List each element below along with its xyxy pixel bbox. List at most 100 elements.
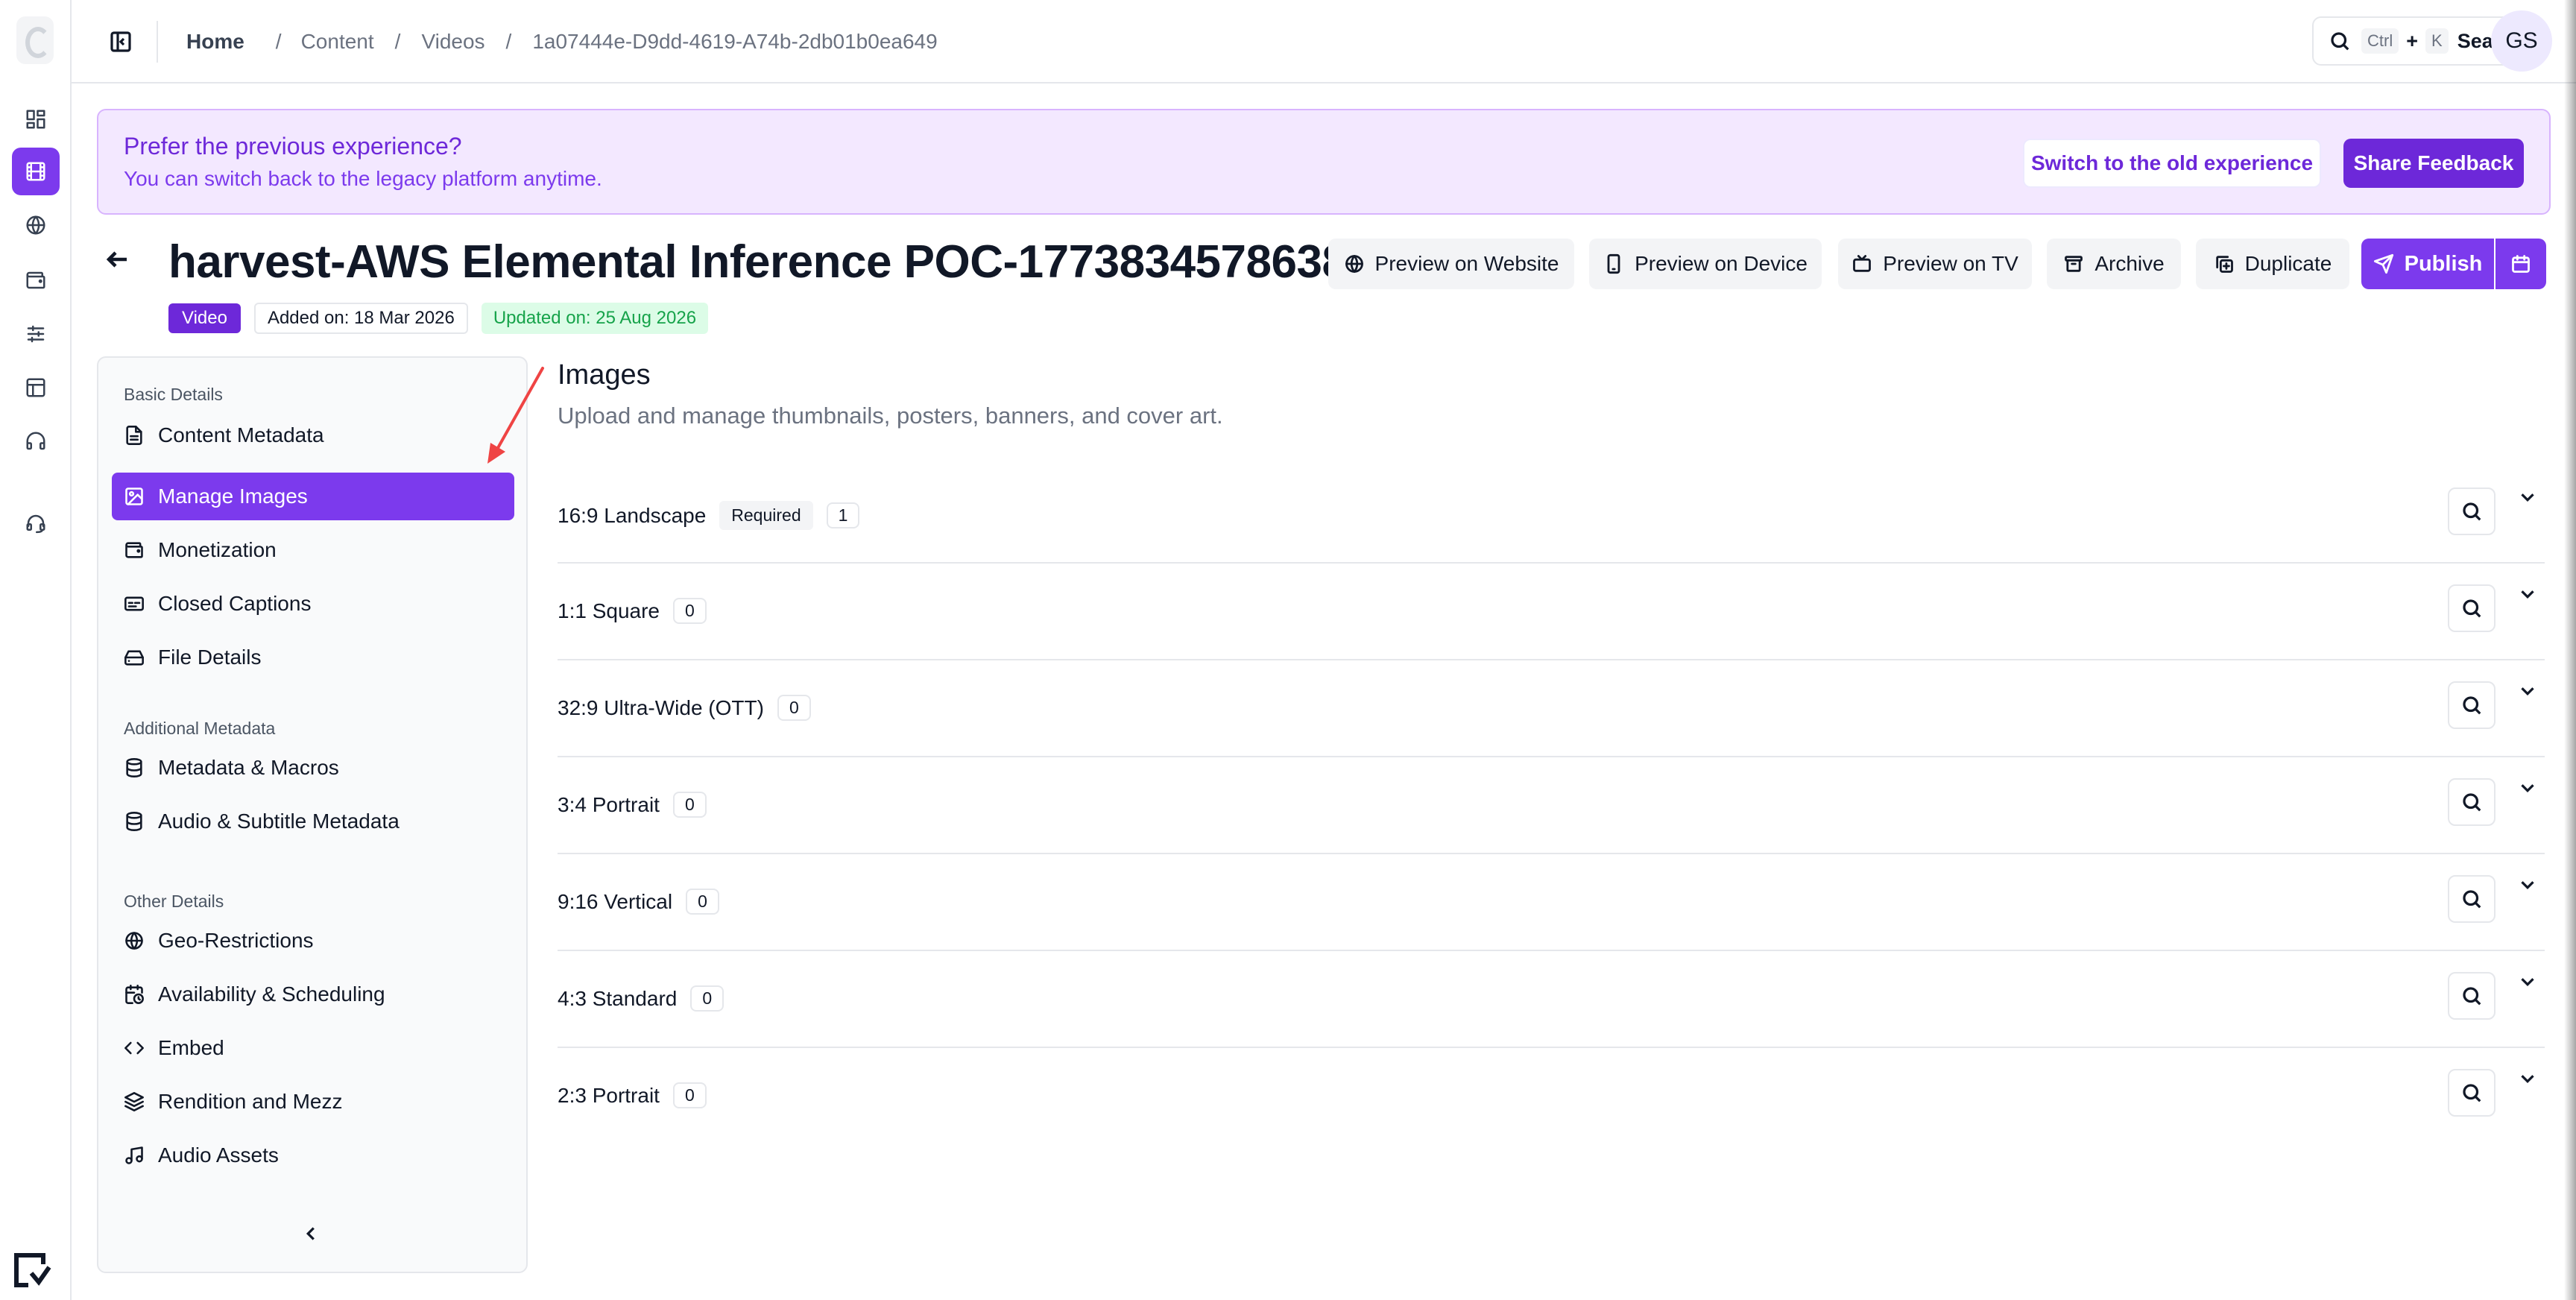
added-date-badge: Added on: 18 Mar 2026 [253,303,468,334]
image-count-badge: 0 [673,598,707,624]
expand-chevron-down-icon[interactable] [2516,1067,2542,1093]
breadcrumb: Home / Content / Videos / 1a07444e-D9dd-… [186,27,938,57]
image-group-row[interactable]: 4:3 Standard 0 [558,951,2545,1048]
breadcrumb-content[interactable]: Content [301,30,374,54]
preview-tv-button[interactable]: Preview on TV [1838,239,2032,289]
image-group-row[interactable]: 1:1 Square 0 [558,564,2545,660]
image-group-header: 16:9 Landscape Required 1 [558,501,860,530]
expand-chevron-down-icon[interactable] [2516,680,2542,705]
copy-icon [2215,256,2233,273]
image-group-row[interactable]: 16:9 Landscape Required 1 [558,467,2545,564]
expand-chevron-down-icon[interactable] [2516,874,2542,899]
schedule-calendar-button[interactable] [2496,239,2546,289]
image-group-row[interactable]: 3:4 Portrait 0 [558,757,2545,854]
nav-item-file-details[interactable]: File Details [112,634,514,681]
captions-icon [124,596,144,611]
rail-sliders-icon[interactable] [12,310,60,358]
breadcrumb-home[interactable]: Home [186,30,244,54]
file-text-icon [126,426,142,445]
search-icon [2463,793,2481,812]
legacy-experience-banner: Prefer the previous experience? You can … [97,109,2551,215]
search-icon [2463,890,2481,909]
image-search-button[interactable] [2448,778,2496,826]
nav-item-monetization[interactable]: Monetization [112,526,514,574]
nav-item-audio-assets[interactable]: Audio Assets [112,1132,514,1179]
search-icon [2331,32,2349,51]
duplicate-button[interactable]: Duplicate [2196,239,2349,289]
nav-item-content-metadata[interactable]: Content Metadata [112,411,514,459]
rail-headphones-icon[interactable] [12,417,60,465]
nav-item-metadata-macros[interactable]: Metadata & Macros [112,744,514,792]
rail-expand-icon[interactable] [10,1249,55,1291]
collapse-panel-chevron-icon[interactable] [300,1222,326,1249]
expand-chevron-down-icon[interactable] [2516,971,2542,996]
window-edge-shadow [2564,0,2576,1300]
layers-icon [124,1092,144,1111]
app-logo[interactable] [16,16,54,64]
share-feedback-button[interactable]: Share Feedback [2343,139,2524,188]
nav-item-manage-images[interactable]: Manage Images [112,473,514,520]
publish-button[interactable]: Publish [2361,239,2494,289]
nav-item-closed-captions[interactable]: Closed Captions [112,580,514,628]
breadcrumb-videos[interactable]: Videos [421,30,484,54]
user-avatar[interactable]: GS [2491,10,2552,72]
rail-layout-icon[interactable] [12,364,60,411]
shortcut-key-ctrl: Ctrl [2361,28,2399,54]
image-search-button[interactable] [2448,584,2496,632]
nav-item-label: File Details [158,646,262,669]
shortcut-key-k: K [2425,28,2449,54]
preview-website-button[interactable]: Preview on Website [1328,239,1574,289]
archive-button[interactable]: Archive [2047,239,2181,289]
expand-chevron-down-icon[interactable] [2516,777,2542,802]
nav-section-additional: Additional Metadata [124,719,276,738]
nav-item-geo-restrictions[interactable]: Geo-Restrictions [112,917,514,965]
preview-device-button[interactable]: Preview on Device [1589,239,1822,289]
rail-video-icon[interactable] [12,148,60,195]
shortcut-plus: + [2406,29,2418,52]
updated-date-badge: Updated on: 25 Aug 2026 [481,303,709,334]
image-search-button[interactable] [2448,488,2496,535]
expand-chevron-down-icon[interactable] [2516,583,2542,608]
nav-item-label: Manage Images [158,485,308,508]
nav-item-label: Closed Captions [158,592,312,615]
nav-item-label: Availability & Scheduling [158,982,385,1006]
nav-item-availability-scheduling[interactable]: Availability & Scheduling [112,971,514,1018]
search-icon [2463,987,2481,1006]
image-count-badge: 0 [672,792,707,818]
send-icon [2373,253,2393,274]
sidebar-toggle-icon[interactable] [106,27,136,57]
image-search-button[interactable] [2448,681,2496,729]
nav-item-label: Monetization [158,538,277,561]
archive-icon [2065,256,2083,272]
nav-section-other: Other Details [124,892,224,911]
breadcrumb-separator: / [275,30,282,53]
image-count-badge: 0 [690,985,724,1012]
preview-device-label: Preview on Device [1635,252,1808,275]
content-badges: Video Added on: 18 Mar 2026 Updated on: … [168,303,709,334]
image-group-label: 16:9 Landscape [558,503,707,527]
wallet-icon [125,542,143,558]
preview-tv-label: Preview on TV [1883,252,2018,275]
nav-item-embed[interactable]: Embed [112,1024,514,1072]
rail-dashboard-icon[interactable] [12,95,60,143]
search-icon [2463,502,2481,521]
image-group-label: 32:9 Ultra-Wide (OTT) [558,695,764,719]
image-group-row[interactable]: 2:3 Portrait 0 [558,1048,2545,1145]
back-arrow-icon[interactable] [104,246,137,279]
rail-support-icon[interactable] [12,499,60,547]
image-group-row[interactable]: 9:16 Vertical 0 [558,854,2545,951]
rail-globe-icon[interactable] [12,201,60,249]
nav-item-label: Content Metadata [158,423,324,447]
search-icon [2463,1084,2481,1102]
nav-item-audio-subtitle-metadata[interactable]: Audio & Subtitle Metadata [112,798,514,845]
image-search-button[interactable] [2448,1069,2496,1117]
switch-old-experience-button[interactable]: Switch to the old experience [2023,139,2321,188]
image-group-row[interactable]: 32:9 Ultra-Wide (OTT) 0 [558,660,2545,757]
rail-wallet-icon[interactable] [12,256,60,304]
image-search-button[interactable] [2448,875,2496,923]
image-group-header: 3:4 Portrait 0 [558,792,707,818]
nav-item-rendition-mezz[interactable]: Rendition and Mezz [112,1078,514,1126]
image-search-button[interactable] [2448,972,2496,1020]
image-group-label: 2:3 Portrait [558,1083,660,1107]
expand-chevron-down-icon[interactable] [2516,486,2542,511]
